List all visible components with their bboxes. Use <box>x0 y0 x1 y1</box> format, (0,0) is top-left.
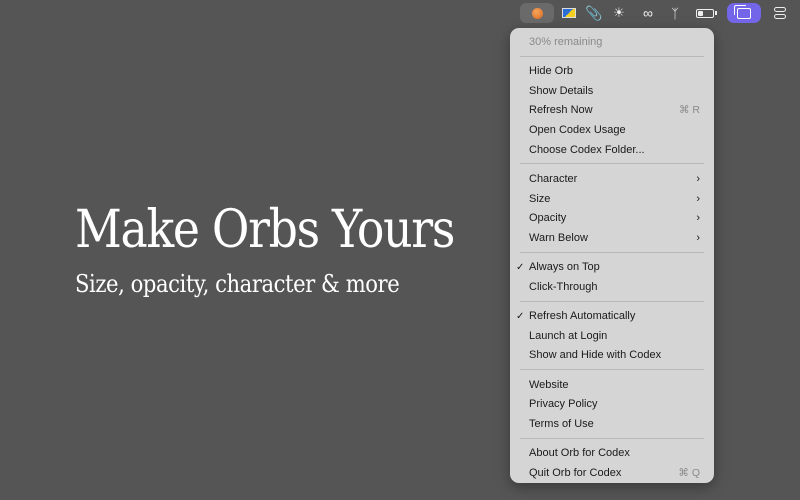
battery-icon[interactable] <box>695 3 717 23</box>
separator <box>520 437 704 439</box>
menu-item-show-hide-with-codex[interactable]: Show and Hide with Codex <box>510 346 714 366</box>
menu-item-label: Refresh Now <box>529 104 593 117</box>
menu-item-refresh-automatically[interactable]: ✓ Refresh Automatically <box>510 306 714 326</box>
orb-icon <box>531 7 543 19</box>
menu-item-privacy-policy[interactable]: Privacy Policy <box>510 394 714 414</box>
menu-item-label: Size <box>529 192 551 205</box>
separator <box>520 163 704 165</box>
chevron-right-icon: › <box>696 192 700 205</box>
chevron-right-icon: › <box>696 231 700 244</box>
menu-item-launch-at-login[interactable]: Launch at Login <box>510 326 714 346</box>
menu-bar: 📎 ☀ ∞ ᛉ <box>0 0 800 26</box>
menu-item-open-codex-usage[interactable]: Open Codex Usage <box>510 120 714 140</box>
menu-item-label: Open Codex Usage <box>529 123 626 136</box>
shortcut-label: ⌘ Q <box>678 466 700 479</box>
menu-item-show-details[interactable]: Show Details <box>510 81 714 101</box>
menu-item-label: Choose Codex Folder... <box>529 143 645 156</box>
menu-item-terms-of-use[interactable]: Terms of Use <box>510 414 714 434</box>
menu-item-about[interactable]: About Orb for Codex <box>510 443 714 463</box>
separator <box>520 369 704 371</box>
separator <box>520 55 704 57</box>
menu-item-label: Always on Top <box>529 261 600 274</box>
menu-item-click-through[interactable]: Click-Through <box>510 277 714 297</box>
windows-icon[interactable] <box>727 3 761 23</box>
chevron-right-icon: › <box>696 172 700 185</box>
orb-dropdown-menu: 30% remaining Hide Orb Show Details Refr… <box>510 28 714 483</box>
menu-item-label: Privacy Policy <box>529 398 598 411</box>
separator <box>520 300 704 302</box>
menu-item-label: Warn Below <box>529 231 588 244</box>
hero-title: Make Orbs Yours <box>75 200 455 260</box>
menu-item-label: Show Details <box>529 84 594 97</box>
menu-item-label: Character <box>529 172 578 185</box>
separator <box>520 251 704 253</box>
menu-item-warn-below[interactable]: Warn Below › <box>510 228 714 248</box>
shortcut-label: ⌘ R <box>679 104 700 117</box>
brightness-icon[interactable]: ☀ <box>612 3 626 23</box>
bluetooth-icon[interactable]: ᛉ <box>668 3 682 23</box>
menu-item-label: About Orb for Codex <box>529 447 630 460</box>
chevron-right-icon: › <box>696 212 700 225</box>
menu-item-choose-codex-folder[interactable]: Choose Codex Folder... <box>510 140 714 160</box>
menu-item-label: Opacity <box>529 212 567 225</box>
menu-item-size[interactable]: Size › <box>510 189 714 209</box>
menu-item-label: Website <box>529 378 569 391</box>
menu-item-label: Quit Orb for Codex <box>529 466 622 479</box>
control-center-icon[interactable] <box>772 3 788 23</box>
menu-item-website[interactable]: Website <box>510 375 714 395</box>
menu-item-label: Hide Orb <box>529 65 574 78</box>
menu-item-label: Terms of Use <box>529 417 594 430</box>
checkmark-icon: ✓ <box>516 261 525 273</box>
checkmark-icon: ✓ <box>516 310 525 322</box>
menu-item-character[interactable]: Character › <box>510 169 714 189</box>
usage-status-label: 30% remaining <box>529 35 603 48</box>
input-source-icon[interactable] <box>561 3 577 23</box>
menu-item-label: Show and Hide with Codex <box>529 349 662 362</box>
menu-item-opacity[interactable]: Opacity › <box>510 208 714 228</box>
menu-item-label: Launch at Login <box>529 329 608 342</box>
menu-item-quit[interactable]: Quit Orb for Codex ⌘ Q <box>510 463 714 483</box>
link-icon[interactable]: ∞ <box>638 3 658 23</box>
hero-subtitle: Size, opacity, character & more <box>75 270 400 298</box>
menu-item-refresh-now[interactable]: Refresh Now ⌘ R <box>510 101 714 121</box>
menu-item-always-on-top[interactable]: ✓ Always on Top <box>510 257 714 277</box>
menu-item-label: Click-Through <box>529 280 598 293</box>
usage-status: 30% remaining <box>510 32 714 52</box>
orb-status-menu-button[interactable] <box>520 3 554 23</box>
paperclip-icon[interactable]: 📎 <box>585 3 602 23</box>
menu-item-hide-orb[interactable]: Hide Orb <box>510 61 714 81</box>
menu-item-label: Refresh Automatically <box>529 310 636 323</box>
